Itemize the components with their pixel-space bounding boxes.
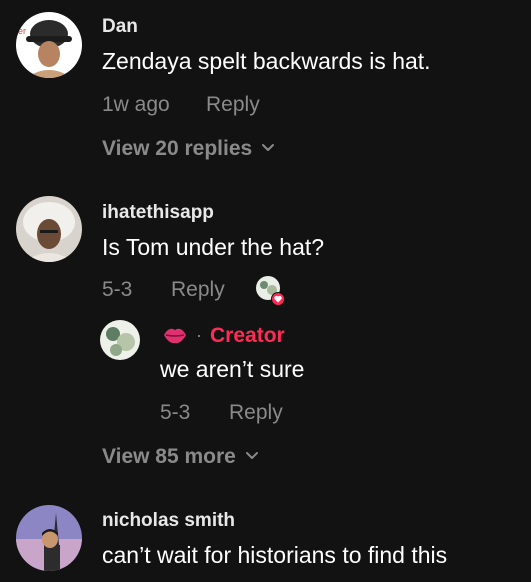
view-more-replies-button[interactable]: View 85 more: [102, 445, 260, 469]
creator-label: Creator: [210, 324, 285, 347]
comment-text: Zendaya spelt backwards is hat.: [102, 48, 431, 74]
view-more-label: View 85 more: [102, 445, 236, 468]
avatar[interactable]: [16, 196, 82, 262]
svg-text:er: er: [18, 26, 26, 36]
creator-avatar[interactable]: [100, 320, 140, 360]
comment-text: can’t wait for historians to find this: [102, 542, 448, 568]
comment-timestamp: 5-3: [102, 278, 133, 301]
separator-dot: ·: [196, 325, 202, 345]
reply-text: we aren’t sure: [160, 356, 305, 382]
chevron-down-icon: [260, 137, 276, 161]
chevron-down-icon: [244, 445, 260, 469]
comment-username[interactable]: nicholas smith: [102, 510, 235, 532]
reply-button[interactable]: Reply: [171, 278, 225, 302]
view-replies-label: View 20 replies: [102, 137, 253, 160]
comment-username[interactable]: ihatethisapp: [102, 202, 214, 224]
comment-timestamp: 1w ago: [102, 93, 170, 116]
comment-username[interactable]: Dan: [102, 16, 138, 38]
reply-button[interactable]: Reply: [206, 93, 260, 117]
lips-icon: [162, 324, 188, 346]
reply-button[interactable]: Reply: [229, 401, 283, 425]
comment-text: Is Tom under the hat?: [102, 234, 325, 260]
reply-timestamp: 5-3: [160, 401, 191, 424]
avatar[interactable]: [16, 505, 82, 571]
avatar[interactable]: er: [16, 12, 82, 78]
liked-by-creator-badge: [255, 275, 285, 306]
view-replies-button[interactable]: View 20 replies: [102, 137, 276, 161]
